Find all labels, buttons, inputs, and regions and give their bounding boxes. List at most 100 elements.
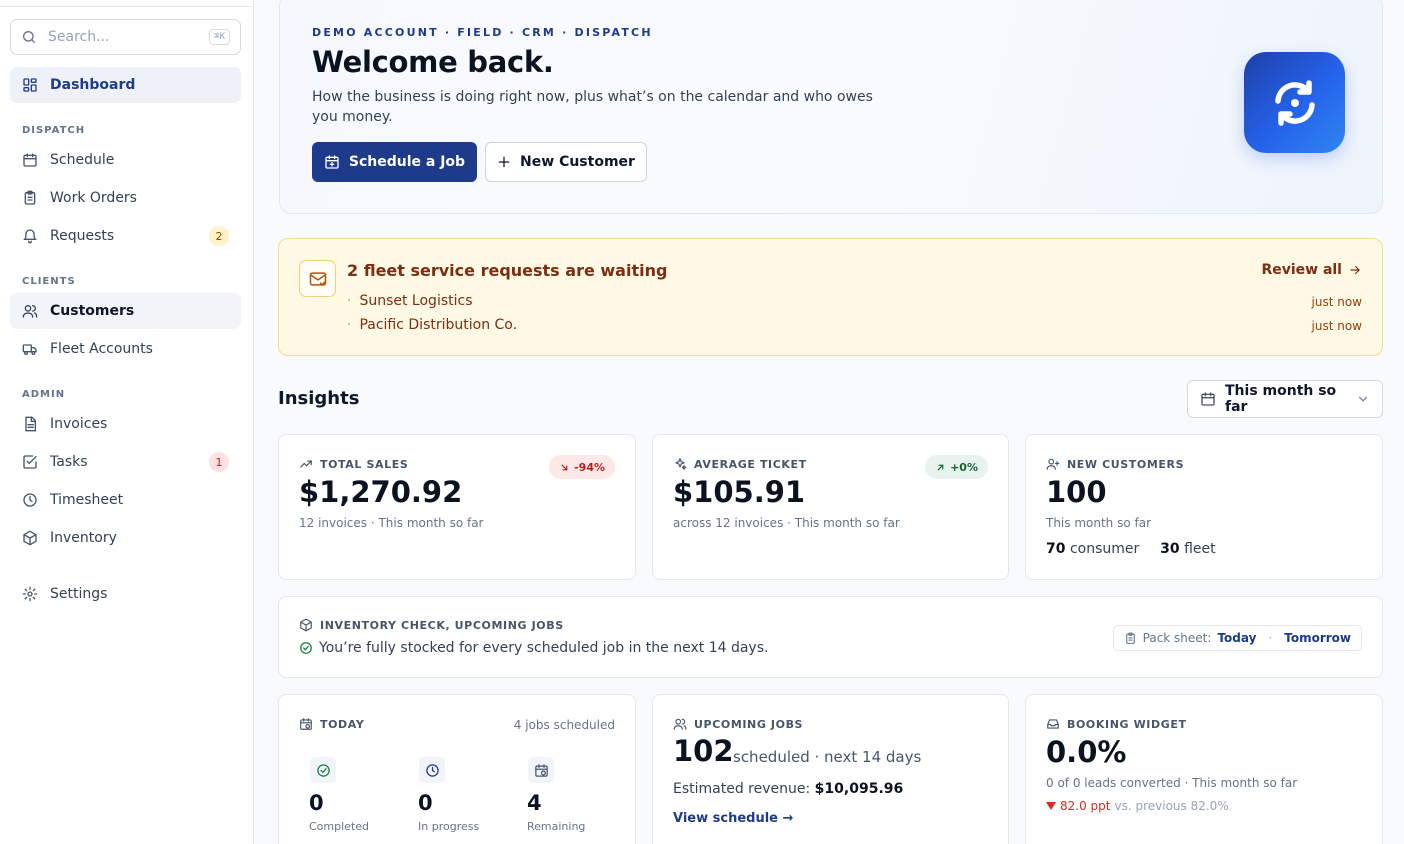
request-time: just now: [1311, 295, 1362, 309]
arrow-right-icon: [1350, 265, 1360, 275]
truck-icon: [22, 341, 38, 357]
today-card[interactable]: TODAY 4 jobs scheduled 0 Completed 0 In …: [278, 694, 636, 844]
hero-subtitle: How the business is doing right now, plu…: [312, 89, 873, 125]
fleet-count: 30: [1160, 541, 1180, 557]
sidebar-item-schedule[interactable]: Schedule: [10, 142, 241, 178]
new-customer-button[interactable]: New Customer: [485, 142, 647, 182]
average-ticket-card[interactable]: AVERAGE TICKET +0% $105.91 across 12 inv…: [652, 434, 1009, 580]
pack-sheet-separator: ·: [1268, 631, 1273, 645]
change-badge: -94%: [549, 455, 615, 479]
alert-title: 2 fleet service requests are waiting: [347, 261, 668, 280]
card-label: AVERAGE TICKET: [694, 457, 807, 471]
package-icon: [22, 530, 38, 546]
calendar-clock-icon: [528, 757, 554, 783]
sidebar-item-dashboard[interactable]: Dashboard: [10, 67, 241, 103]
sidebar-item-settings[interactable]: Settings: [10, 576, 241, 612]
schedule-job-button[interactable]: Schedule a Job: [312, 142, 477, 182]
mail-check-icon: [299, 260, 336, 297]
search-input[interactable]: Search... ⌘K: [10, 19, 241, 55]
calendar-plus-icon: [325, 155, 339, 169]
calendar-icon: [22, 152, 38, 168]
chevron-down-icon: [1358, 396, 1368, 402]
package-icon: [300, 618, 312, 632]
change-value: -94%: [574, 460, 605, 474]
section-admin: ADMIN: [22, 389, 66, 400]
sidebar-item-customers[interactable]: Customers: [10, 293, 241, 329]
gear-icon: [22, 586, 38, 602]
request-name: Pacific Distribution Co.: [359, 317, 518, 333]
booking-conversion-value: 0.0%: [1046, 735, 1127, 769]
sidebar-item-fleet-accounts[interactable]: Fleet Accounts: [10, 331, 241, 367]
inventory-check-card: INVENTORY CHECK, UPCOMING JOBS You’re fu…: [278, 596, 1383, 678]
trending-up-icon: [300, 460, 312, 468]
file-text-icon: [22, 416, 38, 432]
calendar-icon: [1201, 392, 1215, 406]
tasks-count-badge: 1: [209, 452, 229, 472]
bell-icon: [22, 228, 38, 244]
change-value: +0%: [950, 460, 978, 474]
inbox-icon: [1047, 719, 1059, 729]
search-shortcut: ⌘K: [209, 29, 230, 45]
review-all-link[interactable]: Review all: [1261, 262, 1362, 278]
card-meta: 0 of 0 leads converted · This month so f…: [1046, 776, 1298, 790]
sidebar-item-label: Fleet Accounts: [50, 341, 153, 357]
upcoming-jobs-card[interactable]: UPCOMING JOBS 102 scheduled · next 14 da…: [652, 694, 1009, 844]
sidebar-item-label: Customers: [50, 303, 135, 319]
hero-eyebrow: DEMO ACCOUNT · FIELD · CRM · DISPATCH: [312, 26, 653, 39]
in-progress-label: In progress: [418, 820, 480, 833]
user-plus-icon: [1046, 458, 1060, 470]
section-dispatch: DISPATCH: [22, 125, 86, 136]
sidebar-item-label: Inventory: [50, 530, 117, 546]
pack-sheet-today-link[interactable]: Today: [1217, 631, 1256, 645]
sidebar-item-timesheet[interactable]: Timesheet: [10, 482, 241, 518]
card-meta: across 12 invoices · This month so far: [673, 516, 900, 530]
app-logo: [1244, 52, 1345, 153]
arrow-up-right-icon: [937, 464, 944, 470]
completed-stat: 0 Completed: [309, 757, 409, 833]
check-circle-icon: [300, 642, 312, 654]
consumer-label: consumer: [1069, 541, 1140, 557]
pack-sheet-tomorrow-link[interactable]: Tomorrow: [1284, 631, 1351, 645]
card-header: BOOKING WIDGET: [1046, 717, 1187, 731]
card-label: NEW CUSTOMERS: [1067, 457, 1185, 471]
completed-label: Completed: [309, 820, 369, 833]
card-meta: 12 invoices · This month so far: [299, 516, 484, 530]
welcome-hero: DEMO ACCOUNT · FIELD · CRM · DISPATCH We…: [279, 0, 1383, 214]
card-label: TOTAL SALES: [320, 457, 409, 471]
pack-sheet-label: Pack sheet:: [1142, 631, 1212, 645]
triangle-down-icon: [1046, 802, 1056, 810]
fleet-label: fleet: [1184, 541, 1216, 557]
card-label: UPCOMING JOBS: [694, 717, 804, 731]
card-meta: This month so far: [1046, 516, 1152, 530]
sidebar-item-label: Requests: [50, 228, 115, 244]
view-schedule-link[interactable]: View schedule →: [673, 811, 793, 826]
sidebar-item-label: Invoices: [50, 416, 108, 432]
upcoming-jobs-count: 102: [673, 734, 734, 768]
total-sales-card[interactable]: TOTAL SALES -94% $1,270.92 12 invoices ·…: [278, 434, 636, 580]
card-label: TODAY: [320, 717, 365, 731]
sidebar-item-work-orders[interactable]: Work Orders: [10, 180, 241, 216]
booking-widget-card[interactable]: BOOKING WIDGET 0.0% 0 of 0 leads convert…: [1025, 694, 1383, 844]
in-progress-stat: 0 In progress: [418, 757, 518, 833]
sidebar-item-requests[interactable]: Requests 2: [10, 218, 241, 254]
sidebar-item-invoices[interactable]: Invoices: [10, 406, 241, 442]
plus-icon: [498, 156, 510, 168]
card-header: INVENTORY CHECK, UPCOMING JOBS: [299, 618, 564, 632]
insights-title: Insights: [278, 388, 360, 409]
search-placeholder: Search...: [48, 29, 110, 45]
remaining-count: 4: [527, 791, 542, 815]
request-item[interactable]: · Sunset Logistics: [347, 293, 473, 309]
request-item[interactable]: · Pacific Distribution Co.: [347, 317, 517, 333]
pack-sheet: Pack sheet: Today · Tomorrow: [1112, 625, 1362, 651]
sidebar-item-label: Work Orders: [50, 190, 137, 206]
remaining-label: Remaining: [527, 820, 586, 833]
users-icon: [673, 718, 687, 730]
revenue-label: Estimated revenue:: [673, 781, 811, 797]
sidebar-item-inventory[interactable]: Inventory: [10, 520, 241, 556]
new-customers-card[interactable]: NEW CUSTOMERS 100 This month so far 70 c…: [1025, 434, 1383, 580]
date-range-select[interactable]: This month so far: [1187, 380, 1383, 418]
booking-delta-value: 82.0 ppt: [1060, 799, 1111, 813]
new-customer-label: New Customer: [520, 154, 635, 170]
sidebar-item-tasks[interactable]: Tasks 1: [10, 444, 241, 480]
inventory-message: You’re fully stocked for every scheduled…: [319, 640, 769, 656]
